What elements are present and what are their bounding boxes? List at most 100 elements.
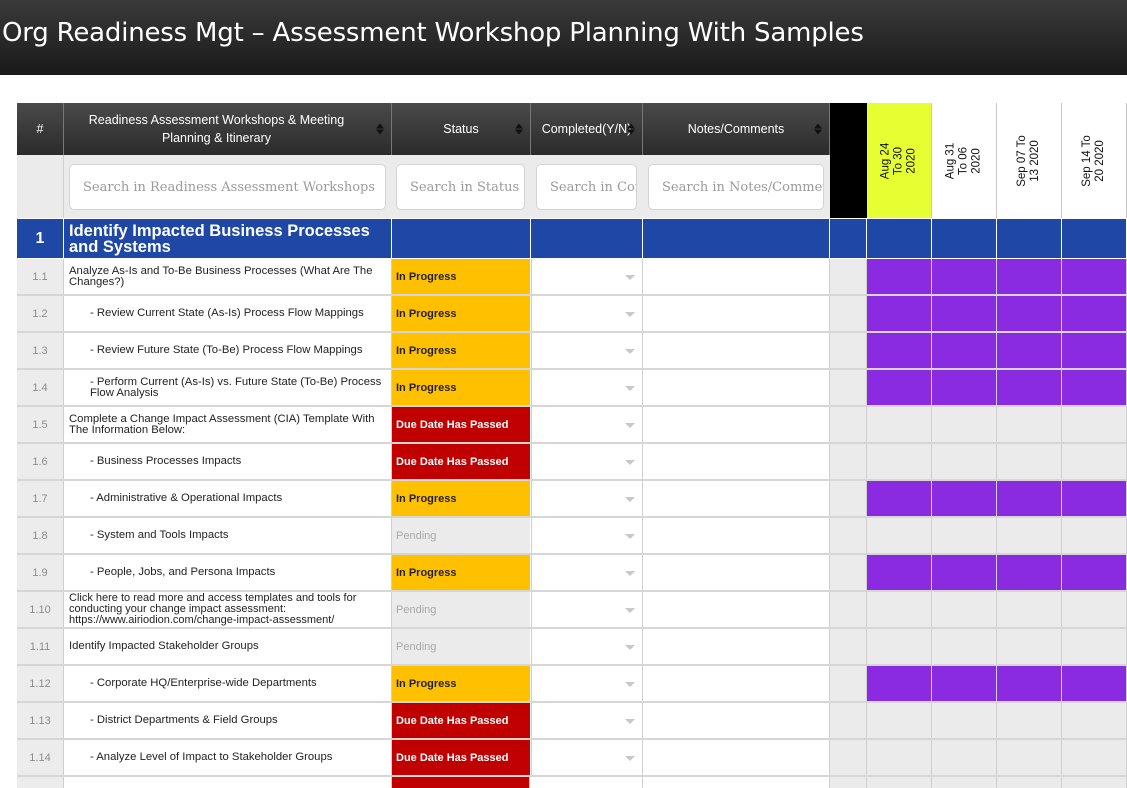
status-badge[interactable]: In Progress (392, 481, 530, 516)
column-header-number[interactable]: # (17, 103, 64, 155)
gantt-cell[interactable] (1062, 481, 1127, 516)
task-cell[interactable]: - District Departments & Field Groups (64, 703, 392, 738)
gantt-cell[interactable] (997, 407, 1062, 442)
gantt-cell[interactable] (1062, 259, 1127, 294)
notes-cell[interactable] (643, 629, 830, 664)
gantt-cell[interactable] (867, 740, 932, 775)
task-cell[interactable]: - Business Processes Impacts (64, 444, 392, 479)
gantt-cell[interactable] (997, 518, 1062, 553)
completed-dropdown[interactable] (531, 444, 643, 479)
task-cell[interactable]: - System and Tools Impacts (64, 518, 392, 553)
task-cell[interactable]: - Analyze Level of Impact to Stakeholder… (64, 740, 392, 775)
gantt-cell[interactable] (997, 481, 1062, 516)
gantt-cell[interactable] (932, 481, 997, 516)
task-cell[interactable]: - Review Future State (To-Be) Process Fl… (64, 333, 392, 368)
chevron-down-icon[interactable] (625, 385, 635, 391)
chevron-down-icon[interactable] (625, 570, 635, 576)
task-cell[interactable]: - Administrative & Operational Impacts (64, 481, 392, 516)
status-badge[interactable]: Due Date Has Passed (392, 703, 530, 738)
gantt-cell[interactable] (1062, 518, 1127, 553)
task-cell[interactable]: Click here to read more and access templ… (64, 592, 392, 627)
task-cell[interactable]: Identify Impacted Stakeholder Groups (64, 629, 392, 664)
column-header-notes[interactable]: Notes/Comments (643, 103, 830, 155)
gantt-cell[interactable] (1062, 740, 1127, 775)
gantt-cell[interactable] (867, 555, 932, 590)
completed-dropdown[interactable] (531, 666, 643, 701)
gantt-cell[interactable] (867, 407, 932, 442)
notes-cell[interactable] (643, 518, 830, 553)
gantt-cell[interactable] (932, 666, 997, 701)
gantt-cell[interactable] (1062, 555, 1127, 590)
gantt-cell[interactable] (932, 592, 997, 627)
completed-dropdown[interactable] (531, 333, 643, 368)
gantt-cell[interactable] (932, 370, 997, 405)
task-cell[interactable]: - Perform Current (As-Is) vs. Future Sta… (64, 370, 392, 405)
status-badge[interactable]: Pending (392, 629, 530, 664)
completed-dropdown[interactable] (531, 296, 643, 331)
gantt-cell[interactable] (1062, 407, 1127, 442)
gantt-cell[interactable] (867, 333, 932, 368)
notes-cell[interactable] (643, 407, 830, 442)
gantt-cell[interactable] (1062, 444, 1127, 479)
completed-dropdown[interactable] (531, 740, 643, 775)
sort-icon[interactable] (814, 123, 822, 135)
gantt-cell[interactable] (997, 666, 1062, 701)
gantt-cell[interactable] (932, 259, 997, 294)
chevron-down-icon[interactable] (625, 311, 635, 317)
chevron-down-icon[interactable] (625, 607, 635, 613)
gantt-cell[interactable] (997, 370, 1062, 405)
gantt-cell[interactable] (1062, 296, 1127, 331)
completed-dropdown[interactable] (531, 407, 643, 442)
notes-cell[interactable] (643, 296, 830, 331)
gantt-cell[interactable] (867, 703, 932, 738)
column-header-completed[interactable]: Completed(Y/N) (531, 103, 643, 155)
gantt-cell[interactable] (867, 259, 932, 294)
notes-cell[interactable] (643, 333, 830, 368)
sort-icon[interactable] (376, 123, 384, 135)
notes-cell[interactable] (643, 740, 830, 775)
gantt-cell[interactable] (867, 666, 932, 701)
sort-icon[interactable] (627, 123, 635, 135)
gantt-cell[interactable] (932, 444, 997, 479)
notes-cell[interactable] (643, 370, 830, 405)
chevron-down-icon[interactable] (625, 644, 635, 650)
gantt-cell[interactable] (867, 592, 932, 627)
column-header-workshops[interactable]: Readiness Assessment Workshops & Meeting… (64, 103, 392, 155)
gantt-cell[interactable] (932, 740, 997, 775)
status-badge[interactable]: In Progress (392, 555, 530, 590)
notes-cell[interactable] (643, 444, 830, 479)
completed-dropdown[interactable] (531, 555, 643, 590)
gantt-cell[interactable] (997, 555, 1062, 590)
chevron-down-icon[interactable] (625, 533, 635, 539)
gantt-cell[interactable] (932, 333, 997, 368)
chevron-down-icon[interactable] (625, 348, 635, 354)
chevron-down-icon[interactable] (625, 718, 635, 724)
completed-dropdown[interactable] (531, 592, 643, 627)
gantt-cell[interactable] (997, 296, 1062, 331)
search-input-completed[interactable]: Search in Completed(Y/N) (536, 164, 637, 210)
gantt-cell[interactable] (997, 444, 1062, 479)
gantt-cell[interactable] (997, 592, 1062, 627)
gantt-cell[interactable] (932, 407, 997, 442)
sort-icon[interactable] (515, 123, 523, 135)
completed-dropdown[interactable] (531, 481, 643, 516)
status-badge[interactable]: In Progress (392, 333, 530, 368)
notes-cell[interactable] (643, 703, 830, 738)
completed-dropdown[interactable] (531, 370, 643, 405)
notes-cell[interactable] (643, 666, 830, 701)
status-badge[interactable]: Due Date Has Passed (392, 740, 530, 775)
gantt-cell[interactable] (867, 518, 932, 553)
completed-dropdown[interactable] (531, 518, 643, 553)
status-badge[interactable]: Pending (392, 518, 530, 553)
task-cell[interactable]: Analyze As-Is and To-Be Business Process… (64, 259, 392, 294)
completed-dropdown[interactable] (531, 259, 643, 294)
chevron-down-icon[interactable] (625, 755, 635, 761)
column-header-status[interactable]: Status (392, 103, 531, 155)
chevron-down-icon[interactable] (625, 274, 635, 280)
search-input-status[interactable]: Search in Status (396, 164, 525, 210)
notes-cell[interactable] (643, 555, 830, 590)
chevron-down-icon[interactable] (625, 422, 635, 428)
status-badge[interactable]: In Progress (392, 370, 530, 405)
notes-cell[interactable] (643, 592, 830, 627)
gantt-cell[interactable] (867, 481, 932, 516)
